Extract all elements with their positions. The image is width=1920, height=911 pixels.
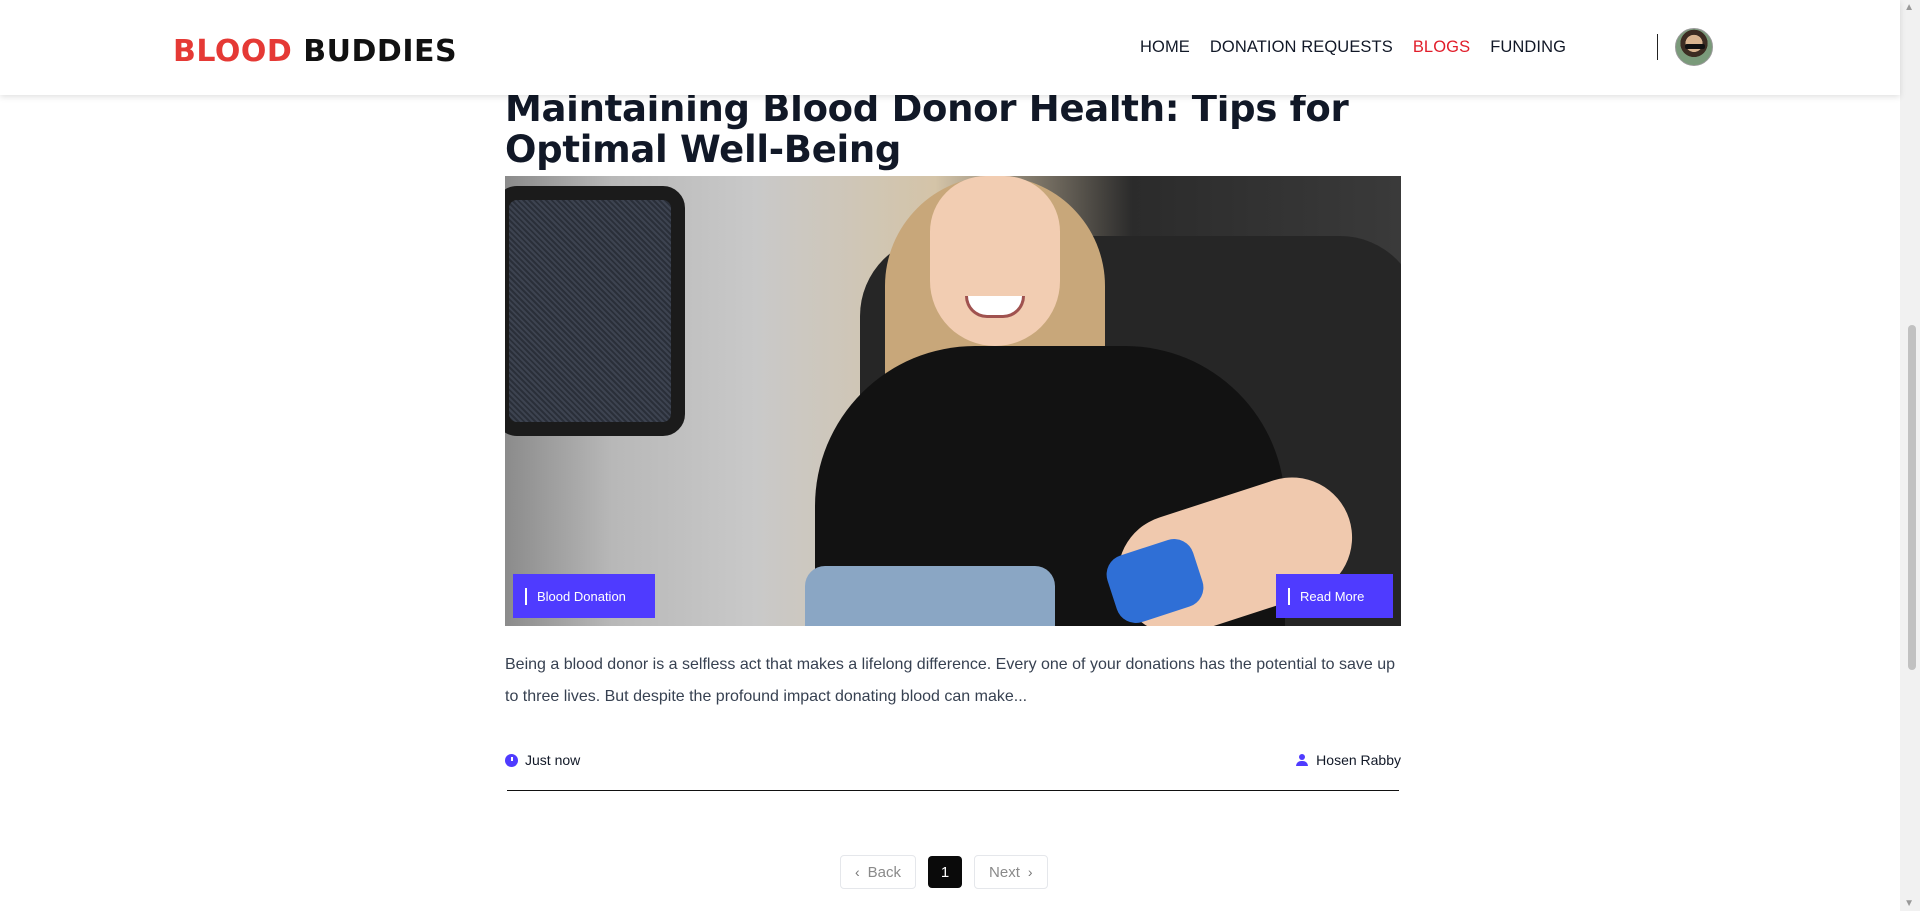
back-label: Back xyxy=(867,863,902,881)
back-button[interactable]: ‹ Back xyxy=(840,855,917,889)
next-button[interactable]: Next › xyxy=(974,855,1048,889)
scroll-thumb[interactable] xyxy=(1908,325,1916,670)
user-avatar[interactable] xyxy=(1675,28,1713,66)
pagination: ‹ Back 1 Next › xyxy=(840,855,1048,889)
nav-blogs[interactable]: BLOGS xyxy=(1413,38,1470,57)
page-scrollbar[interactable]: ▲ ▼ xyxy=(1900,0,1920,911)
nav-home[interactable]: HOME xyxy=(1140,38,1190,57)
post-time: Just now xyxy=(505,752,580,768)
brand-part2: BUDDIES xyxy=(303,34,458,69)
nav-divider xyxy=(1657,34,1658,60)
nav-funding[interactable]: FUNDING xyxy=(1490,38,1566,57)
author-name: Hosen Rabby xyxy=(1316,752,1401,768)
top-navbar: BLOOD BUDDIES HOME DONATION REQUESTS BLO… xyxy=(0,0,1900,95)
user-icon xyxy=(1296,754,1309,766)
category-tag[interactable]: Blood Donation xyxy=(513,574,655,618)
next-label: Next xyxy=(989,863,1020,881)
main-nav: HOME DONATION REQUESTS BLOGS FUNDING xyxy=(1140,38,1566,57)
nav-donation-requests[interactable]: DONATION REQUESTS xyxy=(1210,38,1393,57)
brand-part1: BLOOD xyxy=(173,34,293,69)
scroll-up-icon[interactable]: ▲ xyxy=(1904,2,1914,13)
read-more-button[interactable]: Read More xyxy=(1276,574,1393,618)
chevron-right-icon: › xyxy=(1027,864,1033,880)
blog-excerpt: Being a blood donor is a selfless act th… xyxy=(505,656,1396,705)
blog-title: Maintaining Blood Donor Health: Tips for… xyxy=(505,87,1349,171)
chevron-left-icon: ‹ xyxy=(855,864,860,880)
blog-cover-image xyxy=(505,176,1401,626)
card-divider xyxy=(507,790,1399,791)
scroll-down-icon[interactable]: ▼ xyxy=(1904,898,1914,909)
clock-icon xyxy=(505,753,518,767)
post-time-text: Just now xyxy=(525,752,581,768)
brand-logo[interactable]: BLOOD BUDDIES xyxy=(173,34,457,69)
post-author: Hosen Rabby xyxy=(1296,752,1401,768)
page-1-button[interactable]: 1 xyxy=(928,856,963,888)
